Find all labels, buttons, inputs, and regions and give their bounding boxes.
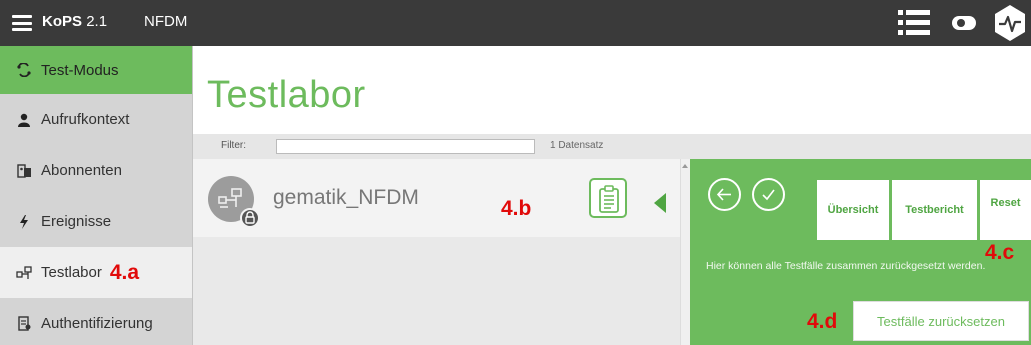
- sidebar-item-label: Aufrufkontext: [41, 111, 130, 128]
- sidebar-item-testlabor[interactable]: Testlabor 4.a: [0, 247, 192, 298]
- annotation-4d: 4.d: [807, 310, 838, 333]
- sidebar: Test-Modus Aufrufkontext Abonnenten Erei…: [0, 46, 193, 345]
- clipboard-icon: [599, 185, 619, 213]
- testlab-icon: [16, 265, 32, 281]
- lock-icon: [240, 208, 260, 228]
- sidebar-item-test-modus[interactable]: Test-Modus: [0, 46, 192, 94]
- selection-pointer: [654, 193, 666, 213]
- sidebar-item-label: Test-Modus: [41, 61, 119, 79]
- detail-panel: Übersicht Testbericht Reset 4.c Hier kön…: [690, 159, 1031, 345]
- record-count: 1 Datensatz: [550, 140, 604, 151]
- annotation-4a: 4.a: [109, 260, 140, 284]
- module-name: NFDM: [144, 13, 188, 30]
- network-icon: [218, 188, 242, 208]
- list-view-icon[interactable]: [898, 9, 930, 37]
- tab-label: Reset: [990, 196, 1021, 209]
- scrollbar[interactable]: [680, 159, 690, 345]
- check-icon: [762, 189, 775, 201]
- tab-testbericht[interactable]: Testbericht: [892, 180, 977, 240]
- reset-description: Hier können alle Testfälle zusammen zurü…: [706, 260, 986, 272]
- sidebar-item-abonnenten[interactable]: Abonnenten: [0, 145, 192, 196]
- annotation-4b: 4.b: [501, 197, 532, 220]
- test-report-button[interactable]: [589, 178, 627, 218]
- top-bar: KoPS 2.1 NFDM: [0, 0, 1031, 46]
- sidebar-item-ereignisse[interactable]: Ereignisse: [0, 196, 192, 247]
- test-mode-icon: [16, 62, 32, 78]
- menu-icon[interactable]: [12, 15, 32, 31]
- subscribers-icon: [16, 163, 32, 179]
- filter-label: Filter:: [221, 140, 246, 151]
- toggle-icon[interactable]: [952, 16, 976, 30]
- filter-input[interactable]: [276, 139, 535, 154]
- page-title: Testlabor: [207, 74, 366, 116]
- bolt-icon: [16, 214, 32, 230]
- filter-bar: Filter: 1 Datensatz: [193, 134, 1031, 159]
- app-brand[interactable]: KoPS 2.1: [42, 13, 107, 30]
- reset-test-cases-button[interactable]: Testfälle zurücksetzen: [853, 301, 1029, 341]
- tab-reset[interactable]: Reset: [980, 180, 1031, 240]
- brand-name: KoPS: [42, 13, 83, 30]
- arrow-left-icon: [716, 188, 731, 201]
- sidebar-item-label: Abonnenten: [41, 162, 122, 179]
- person-icon: [16, 112, 32, 128]
- tab-uebersicht[interactable]: Übersicht: [817, 180, 889, 240]
- back-button[interactable]: [708, 178, 741, 211]
- sidebar-item-aufrufkontext[interactable]: Aufrufkontext: [0, 94, 192, 145]
- list-item[interactable]: gematik_NFDM 4.b: [193, 159, 680, 237]
- auth-icon: [16, 316, 32, 332]
- confirm-button[interactable]: [752, 178, 785, 211]
- sidebar-item-label: Ereignisse: [41, 213, 112, 230]
- sidebar-item-label: Authentifizierung: [41, 315, 153, 332]
- brand-version: 2.1: [86, 13, 108, 30]
- sidebar-item-authentifizierung[interactable]: Authentifizierung: [0, 298, 192, 345]
- heart-pulse-icon[interactable]: [991, 4, 1029, 42]
- scroll-up-arrow-icon[interactable]: [682, 164, 688, 168]
- row-title: gematik_NFDM: [273, 186, 419, 209]
- sidebar-item-label: Testlabor: [41, 264, 102, 281]
- tab-label: Testbericht: [905, 204, 964, 216]
- results-list: gematik_NFDM 4.b: [193, 159, 680, 345]
- tab-label: Übersicht: [827, 204, 879, 216]
